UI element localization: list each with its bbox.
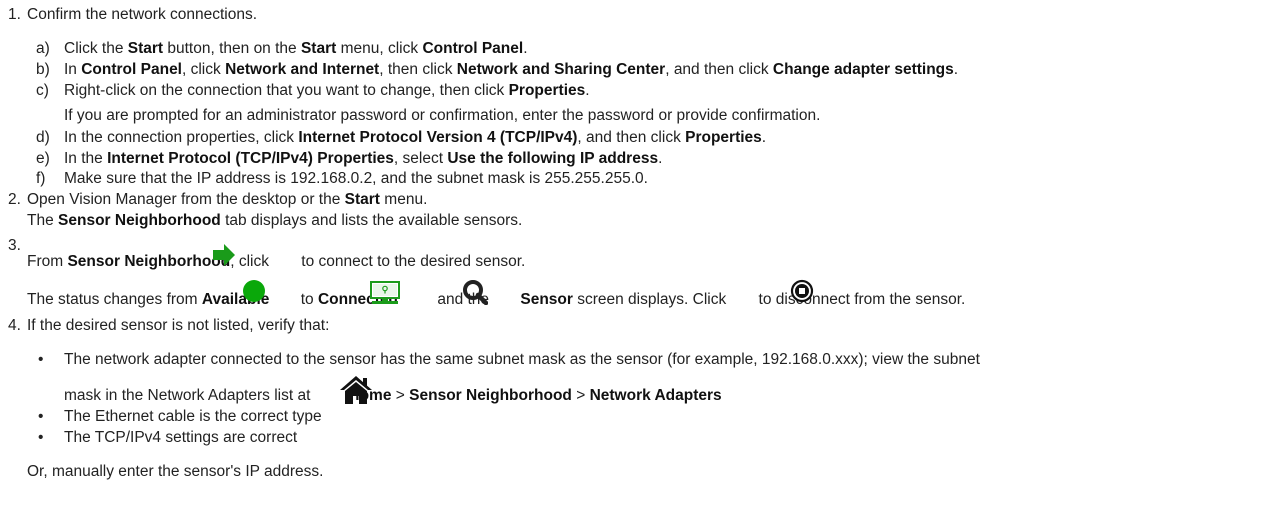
step-1e-letter: e) (36, 150, 50, 167)
bullet-1-line-2: mask in the Network Adapters list at Home… (64, 387, 722, 404)
step-1-number: 1. (8, 6, 21, 23)
step-1e-text: In the Internet Protocol (TCP/IPv4) Prop… (64, 150, 663, 167)
bullet-3-text: The TCP/IPv4 settings are correct (64, 429, 298, 446)
home-icon (340, 376, 372, 404)
step-1f-text: Make sure that the IP address is 192.168… (64, 170, 648, 187)
step-1a-text: Click the Start button, then on the Star… (64, 40, 528, 57)
step-3-status-text: The status changes from Available to Con… (27, 291, 966, 308)
step-1b-letter: b) (36, 61, 50, 78)
bullet-2-text: The Ethernet cable is the correct type (64, 408, 322, 425)
step-1-text: Confirm the network connections. (27, 6, 258, 23)
bullet-1-line-1: The network adapter connected to the sen… (64, 351, 980, 368)
step-3-number: 3. (8, 237, 21, 254)
closing-text: Or, manually enter the sensor's IP addre… (27, 463, 324, 480)
step-2-text: Open Vision Manager from the desktop or … (27, 191, 428, 208)
bullet-1-marker: • (38, 351, 44, 368)
sensor-search-icon (463, 280, 488, 305)
step-1d-letter: d) (36, 129, 50, 146)
step-3-text: From Sensor Neighborhood, click to conne… (27, 253, 526, 270)
arrow-right-icon (213, 244, 235, 266)
step-1c-letter: c) (36, 82, 49, 99)
step-4-number: 4. (8, 317, 21, 334)
step-1a-letter: a) (36, 40, 50, 57)
step-1b-text: In Control Panel, click Network and Inte… (64, 61, 959, 78)
step-1c-text: Right-click on the connection that you w… (64, 82, 590, 99)
step-2-number: 2. (8, 191, 21, 208)
step-1d-text: In the connection properties, click Inte… (64, 129, 767, 146)
step-1f-letter: f) (36, 170, 46, 187)
step-1c-note: If you are prompted for an administrator… (64, 107, 821, 124)
bullet-3-marker: • (38, 429, 44, 446)
step-4-text: If the desired sensor is not listed, ver… (27, 317, 330, 334)
bullet-2-marker: • (38, 408, 44, 425)
available-status-icon (243, 280, 265, 302)
step-2-result: The Sensor Neighborhood tab displays and… (27, 212, 523, 229)
disconnect-stop-icon (790, 279, 814, 303)
connected-monitor-icon (370, 281, 400, 304)
